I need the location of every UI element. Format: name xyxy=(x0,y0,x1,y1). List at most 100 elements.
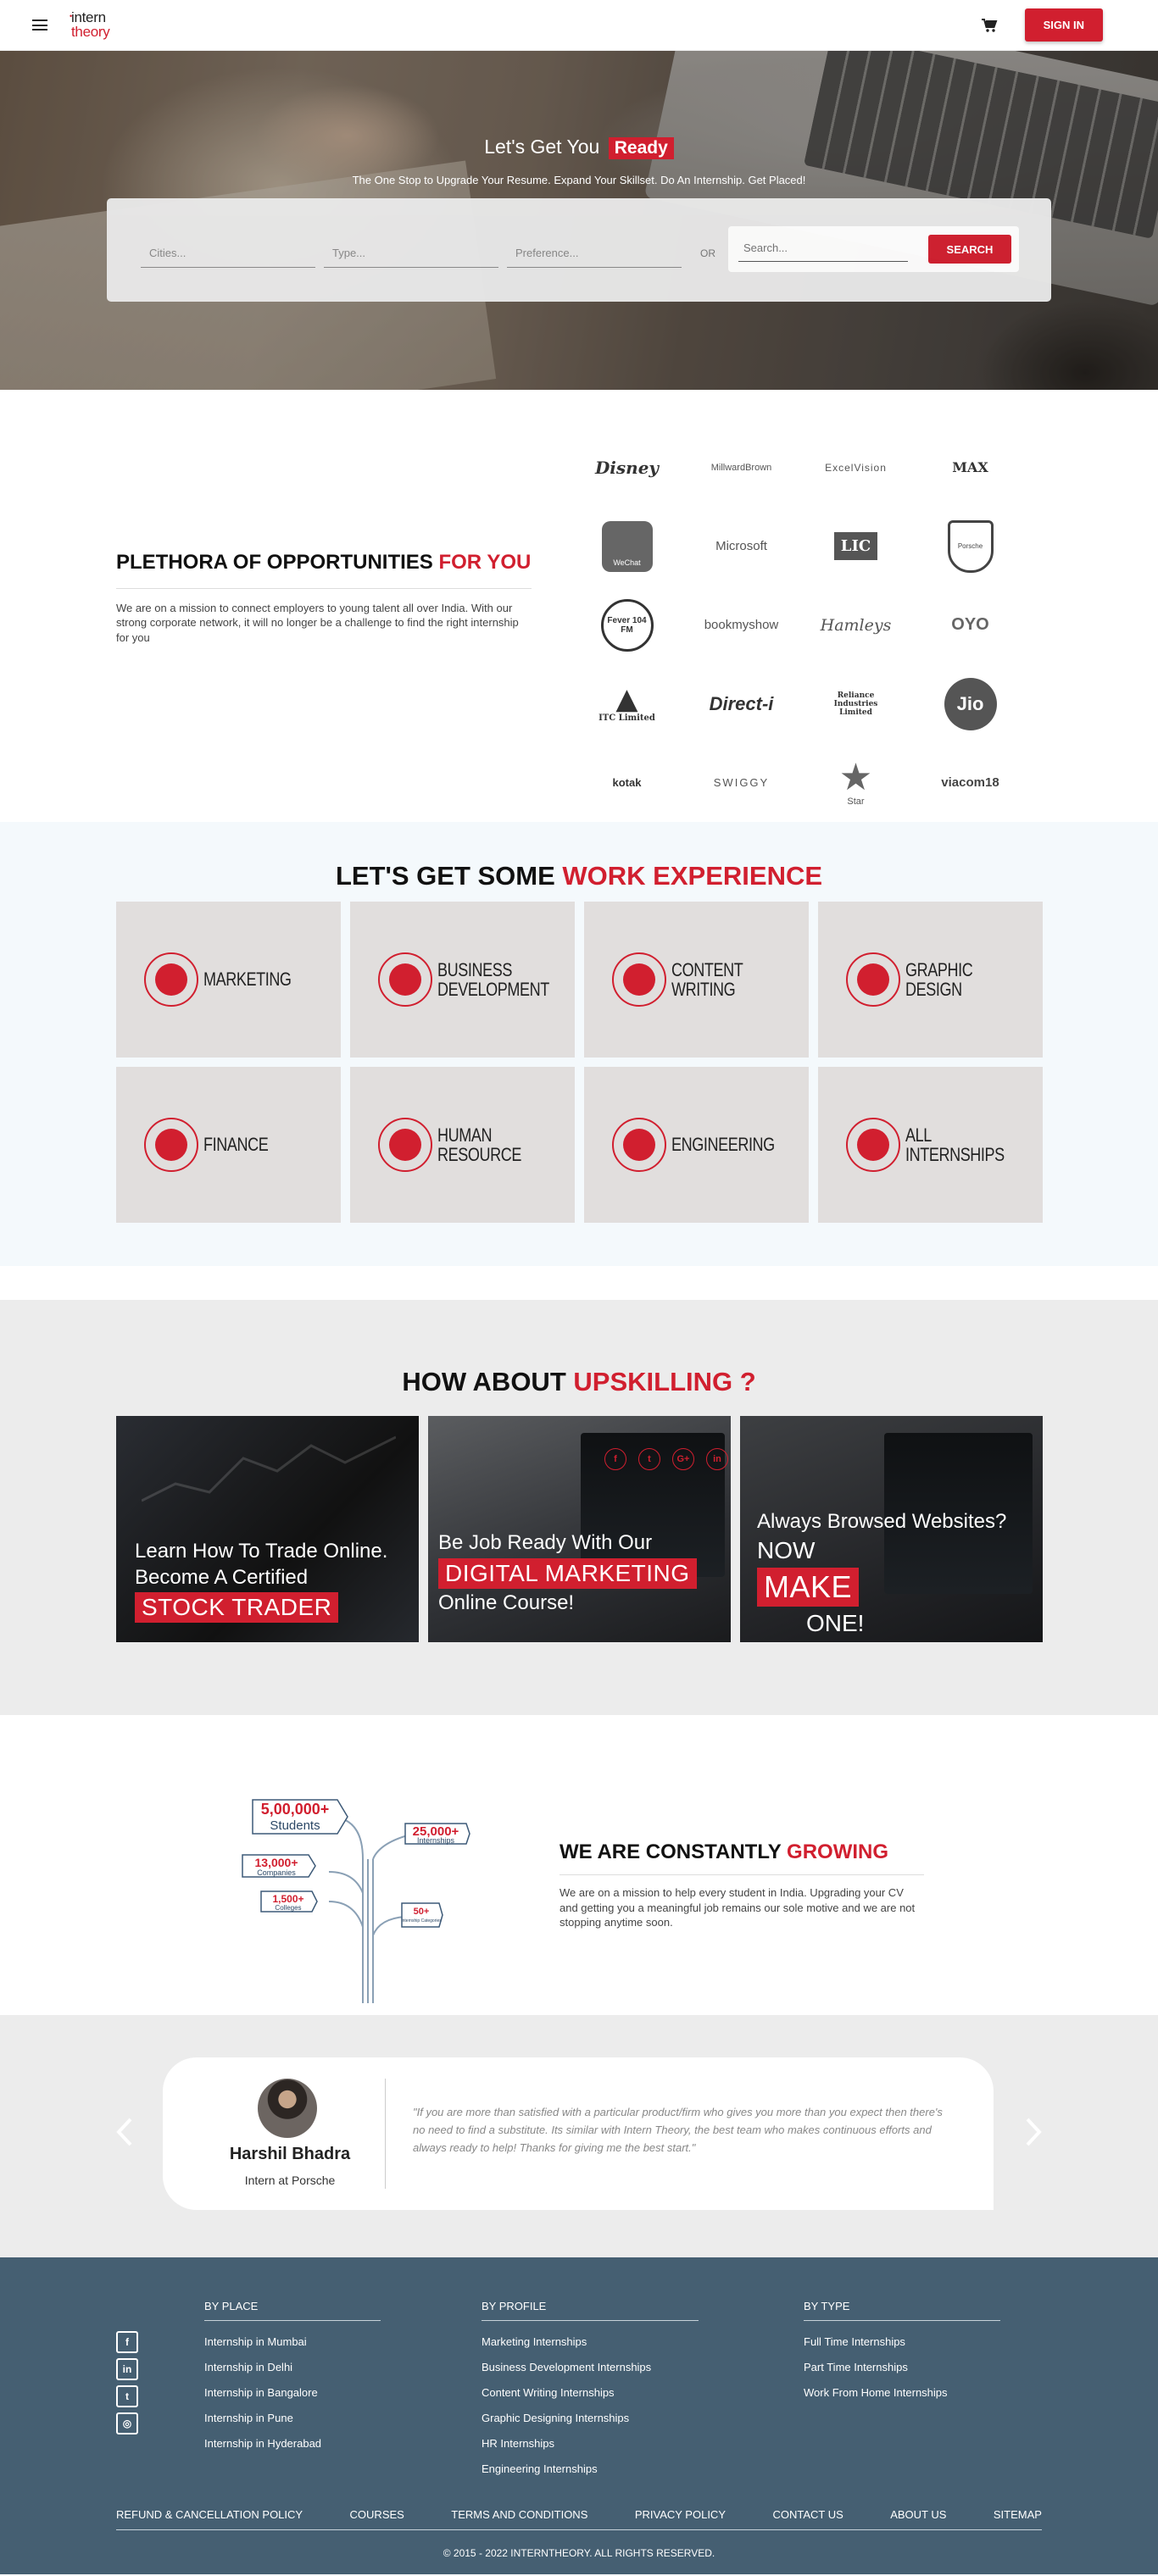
logo-text: Reliance Industries Limited xyxy=(833,691,878,717)
logo-text: Star xyxy=(847,796,865,807)
footer-link[interactable]: Internship in Pune xyxy=(204,2406,381,2431)
section-spacer xyxy=(0,1266,1158,1300)
or-label: OR xyxy=(700,247,715,259)
category-human-resource[interactable]: HUMAN RESOURCE xyxy=(350,1067,575,1223)
cities-dropdown[interactable]: Cities... xyxy=(141,237,315,268)
logo-text: bookmyshow xyxy=(704,618,779,632)
type-dropdown[interactable]: Type... xyxy=(324,237,498,268)
category-finance[interactable]: FINANCE xyxy=(116,1067,341,1223)
logo-text: Jio xyxy=(944,677,997,730)
search-button[interactable]: SEARCH xyxy=(928,235,1011,264)
upskilling-title: HOW ABOUT UPSKILLING ? xyxy=(0,1367,1158,1397)
course-card-stock-trader[interactable]: Learn How To Trade Online. Become A Cert… xyxy=(116,1416,419,1642)
award-icon xyxy=(845,1118,900,1172)
sitemap-link[interactable]: SITEMAP xyxy=(994,2508,1042,2521)
hamburger-menu-icon[interactable] xyxy=(32,19,47,31)
growing-title-prefix: WE ARE CONSTANTLY xyxy=(560,1840,782,1863)
logo-text: Porsche xyxy=(947,519,994,573)
upskill-title-prefix: HOW ABOUT xyxy=(402,1367,566,1396)
footer-link[interactable]: Internship in Delhi xyxy=(204,2355,381,2380)
footer-link[interactable]: Engineering Internships xyxy=(482,2457,699,2482)
terms-link[interactable]: TERMS AND CONDITIONS xyxy=(451,2508,587,2521)
divider xyxy=(560,1874,924,1875)
about-us-link[interactable]: ABOUT US xyxy=(890,2508,946,2521)
refund-policy-link[interactable]: REFUND & CANCELLATION POLICY xyxy=(116,2508,303,2521)
course-card-line: Always Browsed Websites? xyxy=(757,1510,1007,1533)
category-marketing[interactable]: MARKETING xyxy=(116,902,341,1058)
footer-link[interactable]: Graphic Designing Internships xyxy=(482,2406,699,2431)
category-label: ALL INTERNSHIPS xyxy=(905,1124,1005,1165)
category-engineering[interactable]: ENGINEERING xyxy=(584,1067,809,1223)
footer-link[interactable]: Internship in Mumbai xyxy=(204,2329,381,2355)
category-label: GRAPHIC DESIGN xyxy=(905,958,973,1000)
footer-link[interactable]: Business Development Internships xyxy=(482,2355,699,2380)
category-all-internships[interactable]: ALL INTERNSHIPS xyxy=(818,1067,1043,1223)
opportunities-title: PLETHORA OF OPPORTUNITIES FOR YOU xyxy=(116,551,532,575)
company-logo: Direct-i xyxy=(684,664,799,743)
star-mark: ★ xyxy=(838,756,873,798)
stat-label: Companies xyxy=(257,1868,296,1877)
facebook-icon[interactable]: f xyxy=(116,2331,138,2353)
company-logo: Jio xyxy=(913,664,1027,743)
hero-title-highlight: Ready xyxy=(608,137,674,159)
stat-value: 5,00,000+ xyxy=(261,1801,330,1818)
sign-in-button[interactable]: SIGN IN xyxy=(1024,8,1103,42)
logo-dot: • xyxy=(70,12,73,21)
footer-link[interactable]: Internship in Bangalore xyxy=(204,2380,381,2406)
category-business-development[interactable]: BUSINESS DEVELOPMENT xyxy=(350,902,575,1058)
site-logo[interactable]: • intern theory xyxy=(70,10,110,38)
preference-dropdown[interactable]: Preference... xyxy=(507,237,682,268)
footer-link[interactable]: Content Writing Internships xyxy=(482,2380,699,2406)
twitter-icon[interactable]: t xyxy=(116,2385,138,2407)
prev-arrow-icon[interactable] xyxy=(112,2115,137,2149)
logo-text: Hamleys xyxy=(820,615,892,635)
footer-link[interactable]: Internship in Hyderabad xyxy=(204,2431,381,2457)
footer-link[interactable]: Part Time Internships xyxy=(804,2355,1000,2380)
course-card-digital-marketing[interactable]: f t G+ in Be Job Ready With Our DIGITAL … xyxy=(428,1416,731,1642)
work-experience-title: LET'S GET SOME WORK EXPERIENCE xyxy=(0,861,1158,891)
category-label: FINANCE xyxy=(203,1134,269,1156)
search-input[interactable] xyxy=(738,235,908,262)
company-logo: viacom18 xyxy=(913,743,1027,822)
footer-link[interactable]: HR Internships xyxy=(482,2431,699,2457)
copyright: © 2015 - 2022 INTERNTHEORY. ALL RIGHTS R… xyxy=(443,2547,715,2559)
category-graphic-design[interactable]: GRAPHIC DESIGN xyxy=(818,902,1043,1058)
footer-link[interactable]: Marketing Internships xyxy=(482,2329,699,2355)
category-label: BUSINESS DEVELOPMENT xyxy=(437,958,549,1000)
course-card-line: Learn How To Trade Online. xyxy=(135,1540,388,1563)
contact-us-link[interactable]: CONTACT US xyxy=(772,2508,843,2521)
company-logo: kotak xyxy=(570,743,684,822)
google-plus-icon: G+ xyxy=(672,1448,694,1470)
cart-icon[interactable] xyxy=(981,18,998,33)
footer-link[interactable]: Full Time Internships xyxy=(804,2329,1000,2355)
people-icon xyxy=(377,1118,432,1172)
opportunities-section: PLETHORA OF OPPORTUNITIES FOR YOU We are… xyxy=(0,390,1158,822)
growing-title-highlight: GROWING xyxy=(787,1840,889,1863)
category-content-writing[interactable]: CONTENT WRITING xyxy=(584,902,809,1058)
social-icons-graphic: f t G+ in xyxy=(604,1448,728,1470)
divider xyxy=(116,587,532,589)
linkedin-icon[interactable]: in xyxy=(116,2358,138,2380)
courses-link[interactable]: COURSES xyxy=(350,2508,404,2521)
privacy-policy-link[interactable]: PRIVACY POLICY xyxy=(635,2508,726,2521)
code-icon xyxy=(611,1118,666,1172)
company-logo: OYO xyxy=(913,586,1027,664)
opportunities-title-highlight: FOR YOU xyxy=(438,551,532,574)
company-logo: MAX xyxy=(913,428,1027,507)
company-logo: ★ Star xyxy=(799,743,913,822)
next-arrow-icon[interactable] xyxy=(1021,2115,1046,2149)
course-card-line: ONE! xyxy=(806,1609,865,1636)
course-card-web-development[interactable]: Always Browsed Websites? NOW MAKE ONE! xyxy=(740,1416,1043,1642)
course-card-highlight: STOCK TRADER xyxy=(135,1592,339,1624)
category-label: HUMAN RESOURCE xyxy=(437,1124,521,1165)
course-card-line: Online Course! xyxy=(438,1591,575,1614)
footer-social-icons: f in t ◎ xyxy=(116,2331,138,2434)
work-experience-section: LET'S GET SOME WORK EXPERIENCE MARKETING… xyxy=(0,822,1158,1266)
footer-link[interactable]: Work From Home Internships xyxy=(804,2380,1000,2406)
category-label: ENGINEERING xyxy=(671,1134,775,1156)
logo-text: SWIGGY xyxy=(713,776,770,789)
testimonial-quote: "If you are more than satisfied with a p… xyxy=(413,2106,943,2154)
instagram-icon[interactable]: ◎ xyxy=(116,2412,138,2434)
logo-text: MAX xyxy=(952,459,988,475)
search-panel: Cities... Type... Preference... OR SEARC… xyxy=(107,198,1051,302)
